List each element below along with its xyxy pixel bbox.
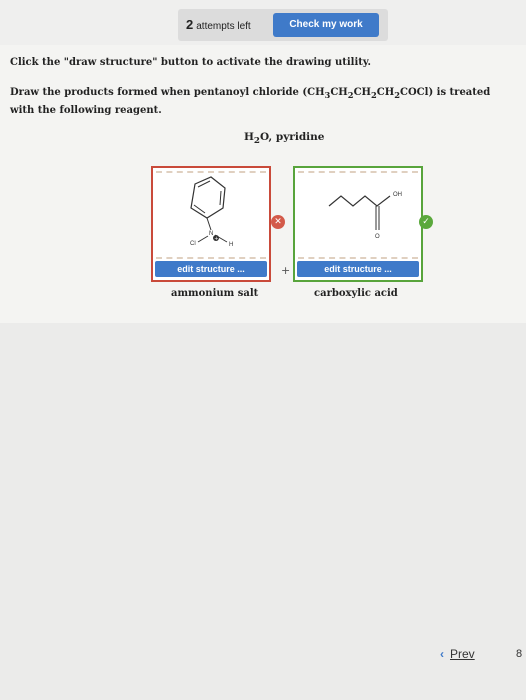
pyridinium-structure: N Cl + H: [190, 176, 233, 248]
checkmark-icon: ✓: [419, 215, 433, 229]
attempts-left: 2 attempts left: [186, 17, 251, 32]
product-box-carboxylic-acid[interactable]: OH O edit structure ...: [293, 166, 423, 282]
reagent-label: H2O, pyridine: [244, 131, 325, 147]
nitrogen-label: N: [209, 231, 213, 237]
hydroxyl-label: OH: [393, 192, 402, 198]
attempts-bar: 2 attempts left Check my work: [178, 9, 388, 41]
x-icon: ✕: [271, 215, 285, 229]
lower-panel: [0, 323, 526, 700]
hydrogen-label: H: [229, 242, 233, 248]
chevron-left-icon: ‹: [440, 647, 444, 661]
dashed-divider: [156, 257, 266, 259]
product-label-acid: carboxylic acid: [314, 288, 398, 299]
prev-button[interactable]: ‹ Prev: [440, 647, 475, 661]
product-box-ammonium-salt[interactable]: N Cl + H edit structure ...: [151, 166, 271, 282]
pentanoic-acid-structure: OH O: [328, 192, 402, 240]
question-panel: Click the "draw structure" button to act…: [0, 45, 526, 323]
product-label-ammonium: ammonium salt: [171, 288, 259, 299]
dashed-divider: [298, 257, 418, 259]
page-number[interactable]: 8: [516, 648, 522, 660]
edit-structure-button-ammonium[interactable]: edit structure ...: [155, 261, 267, 277]
check-my-work-button[interactable]: Check my work: [273, 13, 379, 37]
chloride-label: Cl: [190, 241, 196, 247]
question-text: Draw the products formed when pentanoyl …: [10, 87, 491, 116]
edit-structure-button-acid[interactable]: edit structure ...: [297, 261, 419, 277]
plus-sign: +: [281, 264, 291, 277]
carbonyl-oxygen-label: O: [375, 234, 380, 240]
instruction-text: Click the "draw structure" button to act…: [10, 57, 372, 68]
